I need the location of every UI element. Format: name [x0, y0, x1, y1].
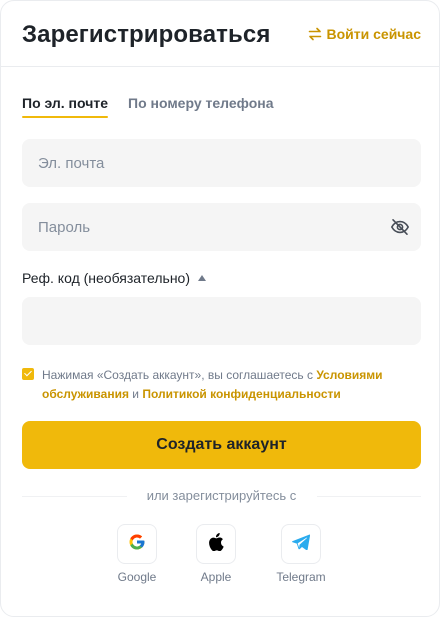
- login-now-link[interactable]: Войти сейчас: [308, 26, 422, 42]
- password-field-wrapper: [22, 203, 421, 251]
- terms-middle: и: [128, 387, 143, 401]
- terms-agreement: Нажимая «Создать аккаунт», вы соглашаете…: [22, 366, 421, 404]
- tab-email[interactable]: По эл. почте: [22, 95, 108, 118]
- telegram-button-box: [281, 524, 321, 564]
- telegram-label: Telegram: [276, 570, 326, 584]
- signup-method-tabs: По эл. почте По номеру телефона: [22, 95, 274, 118]
- tab-phone[interactable]: По номеру телефона: [128, 95, 274, 118]
- google-label: Google: [117, 570, 157, 584]
- header: Зарегистрироваться Войти сейчас: [1, 1, 439, 67]
- apple-button-box: [196, 524, 236, 564]
- social-divider-text: или зарегистрируйтесь с: [126, 488, 317, 504]
- google-button-box: [117, 524, 157, 564]
- email-field-wrapper: [22, 139, 421, 187]
- google-icon: [128, 533, 146, 556]
- page-title: Зарегистрироваться: [22, 21, 271, 48]
- caret-up-icon: [198, 274, 206, 281]
- apple-label: Apple: [200, 570, 232, 584]
- referral-label: Реф. код (необязательно): [22, 270, 190, 286]
- referral-field-wrapper: [22, 297, 421, 345]
- google-signup-button[interactable]: Google: [107, 524, 167, 584]
- referral-toggle[interactable]: Реф. код (необязательно): [22, 270, 206, 286]
- telegram-signup-button[interactable]: Telegram: [271, 524, 331, 584]
- referral-code-field[interactable]: [22, 297, 421, 345]
- create-account-button[interactable]: Создать аккаунт: [22, 421, 421, 469]
- terms-checkbox[interactable]: [22, 368, 34, 380]
- terms-text: Нажимая «Создать аккаунт», вы соглашаете…: [42, 366, 421, 404]
- terms-prefix: Нажимая «Создать аккаунт», вы соглашаете…: [42, 368, 317, 382]
- privacy-policy-link[interactable]: Политикой конфиденциальности: [142, 387, 340, 401]
- apple-signup-button[interactable]: Apple: [186, 524, 246, 584]
- apple-icon: [208, 532, 224, 556]
- swap-arrows-icon: [308, 27, 322, 41]
- eye-slash-icon[interactable]: [390, 217, 410, 242]
- password-field[interactable]: [22, 203, 421, 251]
- login-now-label: Войти сейчас: [326, 26, 422, 42]
- email-field[interactable]: [22, 139, 421, 187]
- telegram-icon: [292, 534, 311, 555]
- social-divider: или зарегистрируйтесь с: [22, 488, 421, 504]
- signup-card: Зарегистрироваться Войти сейчас По эл. п…: [0, 0, 440, 617]
